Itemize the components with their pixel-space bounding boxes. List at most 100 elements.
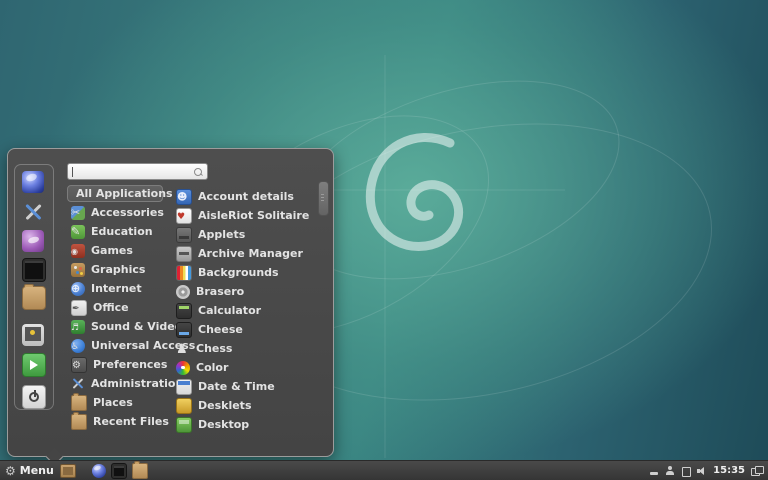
- favorite-system-tools-icon[interactable]: [22, 201, 44, 223]
- app-item-calculator[interactable]: Calculator: [172, 302, 267, 319]
- category-item-administration[interactable]: Administration: [67, 375, 189, 392]
- search-icon: [193, 167, 203, 177]
- category-item-preferences[interactable]: Preferences: [67, 356, 173, 373]
- text-caret: [72, 166, 73, 177]
- category-item-sound-video[interactable]: Sound & Video: [67, 318, 188, 335]
- category-item-education[interactable]: Education: [67, 223, 159, 240]
- notifications-icon[interactable]: [751, 465, 764, 477]
- app-item-backgrounds[interactable]: Backgrounds: [172, 264, 285, 281]
- places-icon: [71, 392, 87, 411]
- app-item-chess[interactable]: Chess: [172, 340, 238, 357]
- volume-icon[interactable]: [697, 465, 707, 477]
- app-item-label: Calculator: [198, 304, 262, 317]
- category-item-label: Preferences: [93, 358, 168, 371]
- category-item-graphics[interactable]: Graphics: [67, 261, 151, 278]
- search-input[interactable]: [67, 163, 208, 180]
- app-item-label: Archive Manager: [198, 247, 303, 260]
- games-icon: [71, 243, 85, 258]
- brasero-icon: [176, 284, 190, 299]
- category-item-label: Graphics: [91, 263, 146, 276]
- preferences-icon: [71, 356, 87, 373]
- aisleriot-icon: [176, 207, 192, 224]
- app-item-date-time[interactable]: Date & Time: [172, 378, 281, 395]
- category-item-places[interactable]: Places: [67, 392, 139, 411]
- launcher-terminal-icon[interactable]: [110, 462, 127, 479]
- taskbar: ⚙ Menu 15:35: [0, 460, 768, 480]
- applets-icon: [176, 226, 192, 243]
- category-item-label: Recent Files: [93, 415, 169, 428]
- date-time-icon: [176, 378, 192, 395]
- category-item-label: All Applications: [76, 187, 173, 200]
- office-icon: [71, 299, 87, 316]
- removable-media-icon[interactable]: [649, 465, 659, 477]
- color-icon: [176, 360, 190, 375]
- app-item-label: Cheese: [198, 323, 243, 336]
- category-item-label: Places: [93, 396, 133, 409]
- category-item-games[interactable]: Games: [67, 242, 139, 259]
- app-item-label: AisleRiot Solitaire: [198, 209, 310, 222]
- app-item-aisleriot-solitaire[interactable]: AisleRiot Solitaire: [172, 207, 315, 224]
- app-item-label: Backgrounds: [198, 266, 279, 279]
- category-item-internet[interactable]: Internet: [67, 280, 148, 297]
- recent-files-icon: [71, 411, 87, 430]
- favorite-messenger-icon[interactable]: [22, 230, 44, 252]
- app-item-archive-manager[interactable]: Archive Manager: [172, 245, 309, 262]
- category-item-office[interactable]: Office: [67, 299, 135, 316]
- category-item-label: Education: [91, 225, 153, 238]
- panel-launchers: [91, 460, 148, 479]
- desklets-icon: [176, 397, 192, 414]
- category-item-recent-files[interactable]: Recent Files: [67, 411, 175, 430]
- cheese-icon: [176, 321, 192, 338]
- clock[interactable]: 15:35: [713, 465, 745, 476]
- menu-gear-icon: ⚙: [5, 463, 16, 478]
- system-tray: 15:35: [649, 465, 764, 477]
- universal-access-icon: [71, 338, 85, 353]
- favorite-lock-screen-icon[interactable]: [22, 324, 44, 346]
- scrollbar-thumb[interactable]: [318, 181, 329, 216]
- category-item-all-applications[interactable]: All Applications: [67, 185, 173, 202]
- app-item-label: Color: [196, 361, 229, 374]
- launcher-file-manager-icon[interactable]: [131, 460, 148, 479]
- app-item-color[interactable]: Color: [172, 359, 234, 376]
- category-item-label: Games: [91, 244, 133, 257]
- favorite-log-out-icon[interactable]: [22, 353, 46, 377]
- favorite-terminal-icon[interactable]: [22, 258, 46, 282]
- category-item-label: Internet: [91, 282, 142, 295]
- favorite-file-manager-icon[interactable]: [22, 284, 46, 310]
- menu-favorites-sidebar: [14, 164, 54, 410]
- account-details-icon: [176, 188, 192, 205]
- app-item-desklets[interactable]: Desklets: [172, 397, 258, 414]
- debian-swirl: [365, 133, 464, 251]
- app-item-account-details[interactable]: Account details: [172, 188, 300, 205]
- app-item-desktop[interactable]: Desktop: [172, 416, 255, 433]
- menu-button[interactable]: ⚙ Menu: [5, 464, 54, 477]
- app-item-label: Date & Time: [198, 380, 275, 393]
- app-item-cheese[interactable]: Cheese: [172, 321, 249, 338]
- app-item-label: Desklets: [198, 399, 252, 412]
- administration-icon: [71, 377, 85, 391]
- archive-manager-icon: [176, 245, 192, 262]
- app-item-applets[interactable]: Applets: [172, 226, 251, 243]
- backgrounds-icon: [176, 264, 192, 281]
- desktop-icon: [176, 416, 192, 433]
- category-item-label: Accessories: [91, 206, 164, 219]
- accessories-icon: [71, 205, 85, 220]
- favorite-web-browser-icon[interactable]: [22, 171, 44, 193]
- chess-icon: [176, 342, 190, 356]
- app-item-label: Applets: [198, 228, 246, 241]
- menu-button-label: Menu: [19, 464, 54, 477]
- app-item-label: Desktop: [198, 418, 250, 431]
- window-applet-icon[interactable]: [681, 465, 692, 477]
- user-applet-icon[interactable]: [665, 465, 675, 477]
- internet-icon: [71, 281, 85, 296]
- taskbar-left: ⚙ Menu: [5, 460, 148, 479]
- application-menu: All Applications Accessories Education Game…: [7, 148, 334, 466]
- app-item-label: Chess: [196, 342, 233, 355]
- app-item-label: Account details: [198, 190, 294, 203]
- favorite-shutdown-icon[interactable]: [22, 385, 46, 409]
- show-desktop-icon[interactable]: [59, 463, 76, 478]
- launcher-web-browser-icon[interactable]: [91, 463, 106, 478]
- calculator-icon: [176, 302, 192, 319]
- app-item-brasero[interactable]: Brasero: [172, 283, 250, 300]
- category-item-accessories[interactable]: Accessories: [67, 204, 170, 221]
